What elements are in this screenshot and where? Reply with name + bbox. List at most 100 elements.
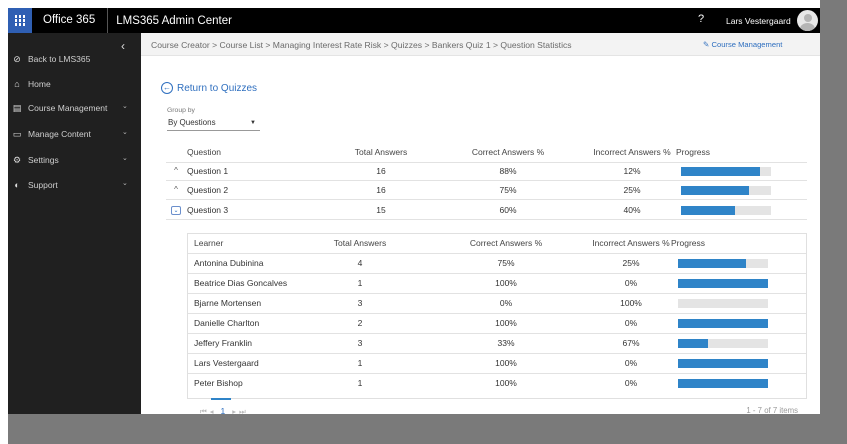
pager: ⏮ ◂ 1 ▸ ⏭ [200,406,246,414]
prev-page-icon[interactable]: ◂ [210,407,214,414]
table-row: Antonina Dubinina 4 75% 25% [188,254,806,272]
sidebar-item-course-management[interactable]: ▤ Course Management ⌄ [8,101,141,115]
main-content: Course Creator > Course List > Managing … [141,33,820,414]
total-answers: 3 [357,298,363,308]
table-row[interactable]: Question 3 15 60% 40% ⌄ [166,201,807,219]
table-row[interactable]: Question 1 16 88% 12% ^ [166,162,807,180]
progress-bar-fill [678,359,768,368]
correct-percent: 88% [499,166,517,176]
total-answers: 1 [357,358,363,368]
total-answers: 3 [357,338,363,348]
correct-percent: 75% [497,258,515,268]
chevron-down-icon: ⌄ [122,103,128,110]
progress-bar [678,379,768,388]
background-shade [820,0,847,444]
sidebar-item-label: Back to LMS365 [28,54,91,64]
app-launcher-icon[interactable] [8,8,32,33]
collapse-sidebar-button[interactable]: ‹ [121,39,125,53]
sidebar-item-home[interactable]: ⌂ Home [8,77,141,91]
table-row: Bjarne Mortensen 3 0% 100% [188,294,806,312]
arrow-left-circle-icon: ← [161,82,173,94]
gear-icon: ⚙ [12,154,22,165]
return-to-quizzes-label: Return to Quizzes [177,82,258,94]
group-by-label: Group by [167,107,195,114]
correct-percent: 75% [499,185,517,195]
sidebar: ‹ ⊘ Back to LMS365 ⌂ Home ▤ Course Management… [8,33,141,414]
correct-percent: 100% [495,318,517,328]
background-edge [0,414,8,444]
progress-bar-fill [681,186,749,195]
sidebar-item-label: Course Management [28,103,108,113]
avatar[interactable] [797,10,818,31]
correct-percent: 60% [499,205,517,215]
help-icon[interactable]: ? [698,13,704,25]
last-page-icon[interactable]: ⏭ [239,407,246,414]
progress-bar-fill [681,167,761,176]
office-365-title[interactable]: Office 365 [32,8,109,33]
progress-bar [681,206,771,215]
total-answers: 15 [376,205,386,215]
correct-percent: 100% [495,278,517,288]
col-question: Question [187,147,222,157]
correct-percent: 33% [497,338,515,348]
progress-bar [678,359,768,368]
first-page-icon[interactable]: ⏮ [200,407,207,414]
folder-icon: ▭ [12,128,22,139]
sidebar-item-label: Manage Content [28,129,91,139]
progress-bar [681,167,771,176]
col-correct: Correct Answers % [471,147,545,157]
group-by-value: By Questions [168,118,216,127]
total-answers: 16 [376,166,386,176]
correct-percent: 0% [499,298,513,308]
course-management-label: Course Management [711,40,783,49]
questions-table-header: Question Total Answers Correct Answers % In… [166,143,807,161]
background-shade-bottom [8,414,847,444]
table-row: Beatrice Dias Goncalves 1 100% 0% [188,274,806,292]
table-row: Lars Vestergaard 1 100% 0% [188,354,806,372]
question-name: Question 2 [187,185,229,195]
col-correct: Correct Answers % [469,238,543,248]
top-bar: Office 365 LMS365 Admin Center ? Lars Ve… [8,8,820,33]
col-progress: Progress [676,147,711,157]
course-management-link[interactable]: ✎ Course Management [703,40,782,49]
user-name[interactable]: Lars Vestergaard [726,16,791,26]
sidebar-item-manage-content[interactable]: ▭ Manage Content ⌄ [8,127,141,141]
progress-bar [678,319,768,328]
sidebar-item-settings[interactable]: ⚙ Settings ⌄ [8,153,141,167]
group-by-select[interactable]: By Questions ▼ [167,117,260,131]
page-number-current[interactable]: 1 [221,406,226,414]
col-progress: Progress [671,238,706,248]
progress-bar [678,339,768,348]
total-answers: 1 [357,378,363,388]
progress-bar-fill [678,259,746,268]
progress-bar-fill [678,339,708,348]
correct-percent: 100% [495,358,517,368]
total-answers: 2 [357,318,363,328]
sidebar-item-label: Home [28,79,51,89]
learners-table-header: Learner Total Answers Correct Answers % Inc… [188,234,806,252]
chevron-down-icon[interactable]: ⌄ [171,206,181,215]
table-row: Jeffery Franklin 3 33% 67% [188,334,806,352]
progress-bar-fill [678,279,768,288]
question-name: Question 3 [187,205,229,215]
row-divider [166,219,807,220]
chevron-up-icon[interactable]: ^ [171,181,181,199]
breadcrumb[interactable]: Course Creator > Course List > Managing … [151,40,572,50]
home-icon: ⌂ [14,79,20,89]
sidebar-item-back-to-lms365[interactable]: ⊘ Back to LMS365 [8,52,141,66]
table-row: Peter Bishop 1 100% 0% [188,374,806,392]
table-row[interactable]: Question 2 16 75% 25% ^ [166,181,807,199]
back-circle-icon: ⊘ [13,53,21,64]
return-to-quizzes-link[interactable]: ← Return to Quizzes [161,82,257,94]
next-page-icon[interactable]: ▸ [232,407,236,414]
question-name: Question 1 [187,166,229,176]
progress-bar [681,186,771,195]
chevron-up-icon[interactable]: ^ [171,162,181,180]
correct-percent: 100% [495,378,517,388]
breadcrumb-bar: Course Creator > Course List > Managing … [141,33,820,56]
col-total-answers: Total Answers [333,238,387,248]
pager-count: 1 - 7 of 7 items [746,406,798,414]
chevron-down-icon: ⌄ [122,155,128,162]
sidebar-item-support[interactable]: ◐ Support ⌄ [8,178,141,192]
pencil-icon: ✎ [703,40,710,49]
